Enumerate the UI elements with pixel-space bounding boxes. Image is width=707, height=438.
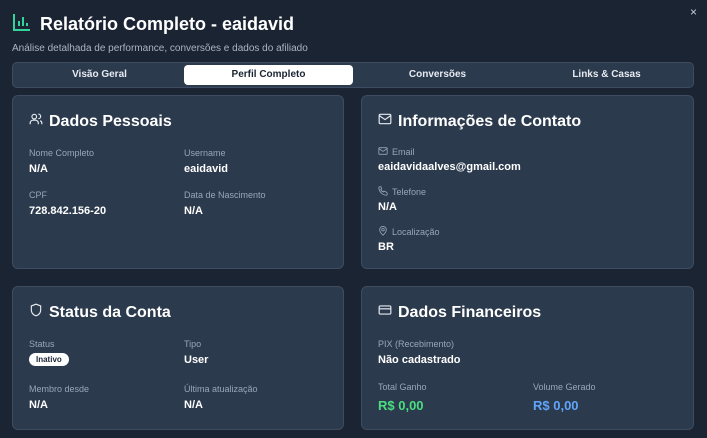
phone-icon xyxy=(378,186,388,198)
map-pin-icon xyxy=(378,226,388,238)
birth-label: Data de Nascimento xyxy=(184,190,266,200)
email-label-row: Email xyxy=(378,146,521,158)
type-value: User xyxy=(184,354,209,366)
email-label: Email xyxy=(392,147,415,157)
cpf-field: CPF 728.842.156-20 xyxy=(29,190,106,217)
type-field: Tipo User xyxy=(184,339,208,366)
volume-label: Volume Gerado xyxy=(533,382,596,392)
total-earned-label: Total Ganho xyxy=(378,382,427,392)
member-since-label: Membro desde xyxy=(29,384,90,394)
account-title: Status da Conta xyxy=(49,303,171,321)
volume-value: R$ 0,00 xyxy=(533,398,579,413)
last-update-label: Última atualização xyxy=(184,384,258,394)
account-status-card: Status da Conta Status Inativo Tipo User… xyxy=(12,286,344,430)
cpf-value: 728.842.156-20 xyxy=(29,205,107,217)
status-label: Status xyxy=(29,339,55,349)
tab-bar: Visão Geral Perfil Completo Conversões L… xyxy=(12,62,694,88)
mail-small-icon xyxy=(378,146,388,158)
financial-title: Dados Financeiros xyxy=(398,303,542,321)
full-name-value: N/A xyxy=(29,163,48,175)
tab-links-casas[interactable]: Links & Casas xyxy=(522,65,691,85)
close-button[interactable]: × xyxy=(690,6,697,18)
pix-label: PIX (Recebimento) xyxy=(378,339,455,349)
username-label: Username xyxy=(184,148,226,158)
username-value: eaidavid xyxy=(184,163,229,175)
page-subtitle: Análise detalhada de performance, conver… xyxy=(12,43,308,54)
credit-card-icon xyxy=(378,303,392,322)
page-title: Relatório Completo - eaidavid xyxy=(40,14,295,34)
tab-visao-geral[interactable]: Visão Geral xyxy=(15,65,184,85)
contact-title: Informações de Contato xyxy=(398,112,582,130)
type-label: Tipo xyxy=(184,339,202,349)
member-since-value: N/A xyxy=(29,399,48,411)
total-earned-field: Total Ganho R$ 0,00 xyxy=(378,382,427,413)
location-label: Localização xyxy=(392,227,440,237)
mail-icon xyxy=(378,112,392,131)
pix-field: PIX (Recebimento) Não cadastrado xyxy=(378,339,461,366)
tab-perfil-completo[interactable]: Perfil Completo xyxy=(184,65,353,85)
financial-card: Dados Financeiros PIX (Recebimento) Não … xyxy=(361,286,694,430)
full-name-field: Nome Completo N/A xyxy=(29,148,94,175)
phone-value: N/A xyxy=(378,201,397,213)
volume-field: Volume Gerado R$ 0,00 xyxy=(533,382,596,413)
email-field: Email eaidavidaalves@gmail.com xyxy=(378,146,521,173)
username-field: Username eaidavid xyxy=(184,148,228,175)
account-card-title: Status da Conta xyxy=(29,303,171,322)
financial-card-title: Dados Financeiros xyxy=(378,303,541,322)
birth-value: N/A xyxy=(184,205,203,217)
last-update-value: N/A xyxy=(184,399,203,411)
header: Relatório Completo - eaidavid Análise de… xyxy=(12,12,308,54)
member-since-field: Membro desde N/A xyxy=(29,384,89,411)
users-icon xyxy=(29,112,43,131)
full-name-label: Nome Completo xyxy=(29,148,95,158)
cpf-label: CPF xyxy=(29,190,47,200)
last-update-field: Última atualização N/A xyxy=(184,384,258,411)
personal-card-title: Dados Pessoais xyxy=(29,112,172,131)
phone-label: Telefone xyxy=(392,187,427,197)
phone-field: Telefone N/A xyxy=(378,186,426,213)
location-field: Localização BR xyxy=(378,226,440,253)
birth-field: Data de Nascimento N/A xyxy=(184,190,266,217)
status-badge: Inativo xyxy=(29,353,69,366)
status-field: Status Inativo xyxy=(29,339,69,367)
contact-card-title: Informações de Contato xyxy=(378,112,581,131)
shield-icon xyxy=(29,303,43,322)
location-value: BR xyxy=(378,241,394,253)
personal-data-card: Dados Pessoais Nome Completo N/A Usernam… xyxy=(12,95,344,269)
bar-chart-icon xyxy=(12,12,32,37)
phone-label-row: Telefone xyxy=(378,186,426,198)
total-earned-value: R$ 0,00 xyxy=(378,398,424,413)
location-label-row: Localização xyxy=(378,226,440,238)
pix-value: Não cadastrado xyxy=(378,354,461,366)
contact-card: Informações de Contato Email eaidavidaal… xyxy=(361,95,694,269)
email-value: eaidavidaalves@gmail.com xyxy=(378,161,521,173)
title-row: Relatório Completo - eaidavid xyxy=(12,12,308,37)
tab-conversoes[interactable]: Conversões xyxy=(353,65,522,85)
personal-title: Dados Pessoais xyxy=(49,112,172,130)
